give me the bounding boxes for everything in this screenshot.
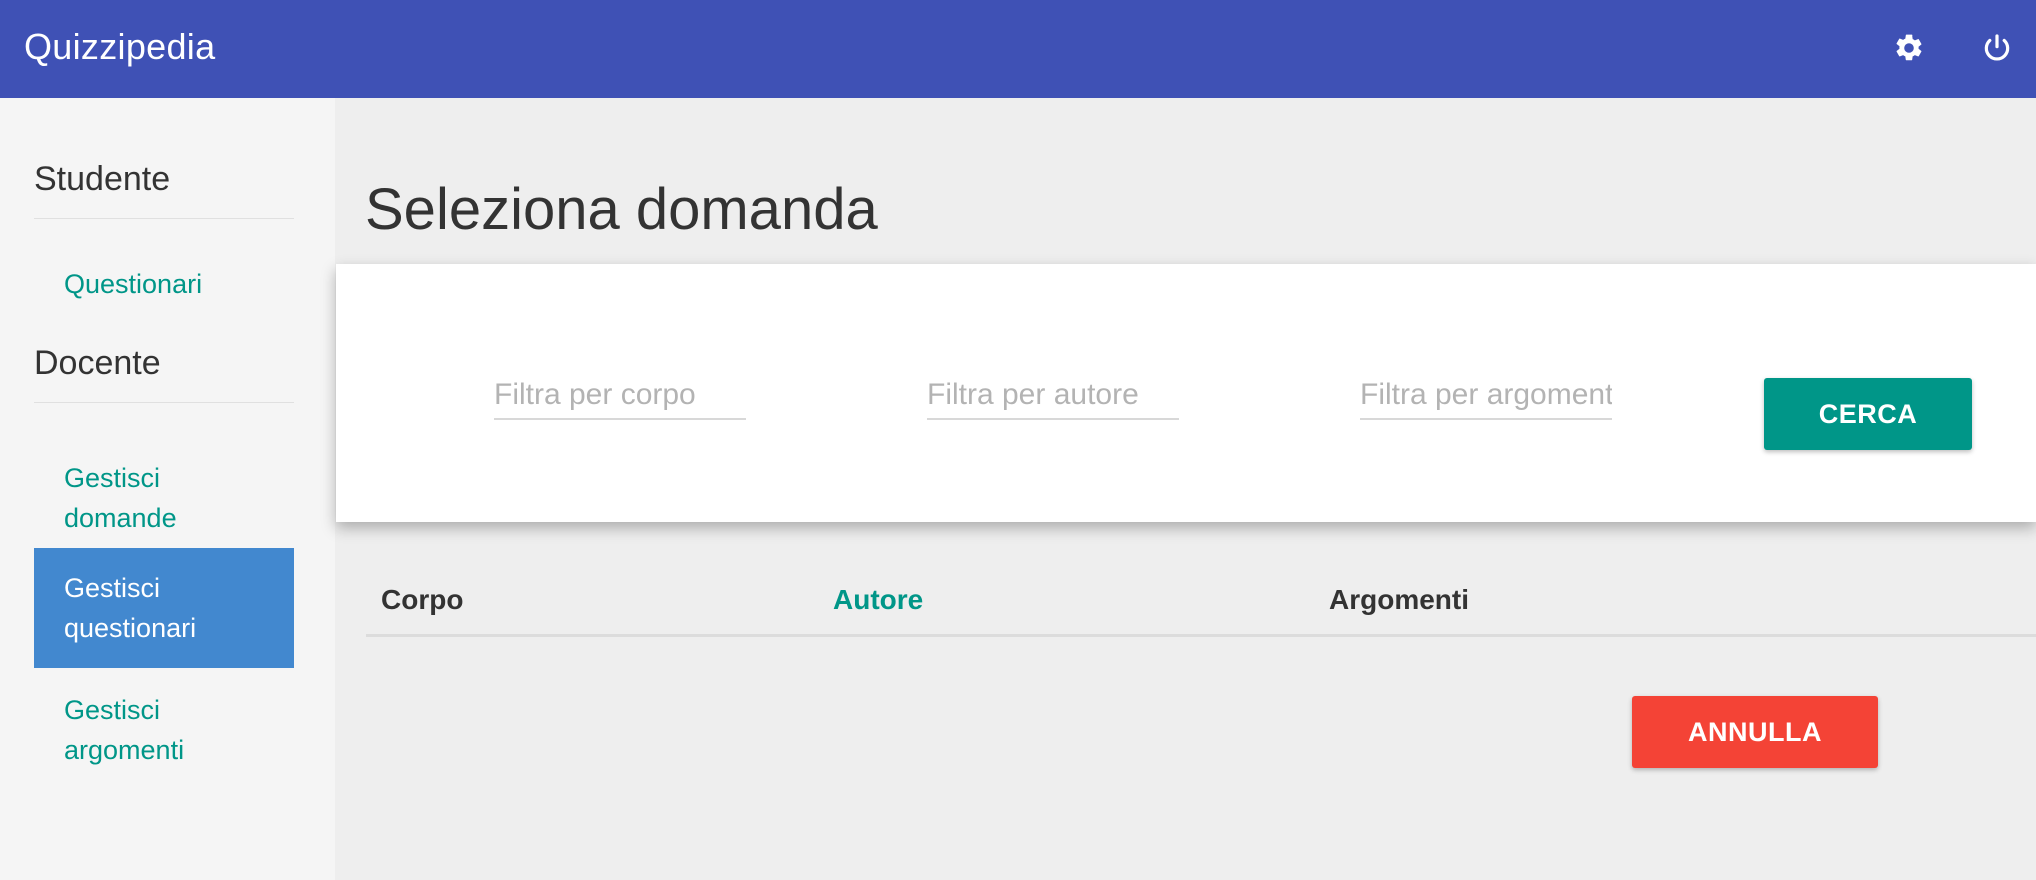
sidebar-section-studente: Studente <box>34 160 171 198</box>
sidebar-item-gestisci-questionari[interactable]: Gestisci questionari <box>34 548 294 668</box>
power-icon <box>1984 34 2010 61</box>
app-title: Quizzipedia <box>24 26 216 67</box>
logout-button[interactable] <box>1974 25 2020 71</box>
sidebar-divider <box>34 218 294 219</box>
column-header-autore[interactable]: Autore <box>833 584 923 616</box>
settings-button[interactable] <box>1886 25 1932 71</box>
column-header-corpo[interactable]: Corpo <box>381 584 463 616</box>
top-app-bar: Quizzipedia <box>0 0 2036 98</box>
search-button[interactable]: CERCA <box>1764 378 1972 450</box>
filter-body-input[interactable] <box>494 372 746 420</box>
sidebar: Studente Questionari Docente Gestisci do… <box>0 98 335 880</box>
sidebar-item-questionari[interactable]: Questionari <box>34 264 294 304</box>
cancel-button[interactable]: ANNULLA <box>1632 696 1878 768</box>
filter-author-input[interactable] <box>927 372 1179 420</box>
filter-card: CERCA <box>336 264 2036 522</box>
gear-icon <box>1896 34 1922 61</box>
table-header: Corpo Autore Argomenti <box>366 574 2036 637</box>
sidebar-divider <box>34 402 294 403</box>
sidebar-item-gestisci-argomenti[interactable]: Gestisci argomenti <box>34 680 294 784</box>
sidebar-item-gestisci-domande[interactable]: Gestisci domande <box>34 448 294 552</box>
filter-topic-input[interactable] <box>1360 372 1612 420</box>
column-header-argomenti[interactable]: Argomenti <box>1329 584 1469 616</box>
sidebar-section-docente: Docente <box>34 344 161 382</box>
page-title: Seleziona domanda <box>365 177 878 242</box>
